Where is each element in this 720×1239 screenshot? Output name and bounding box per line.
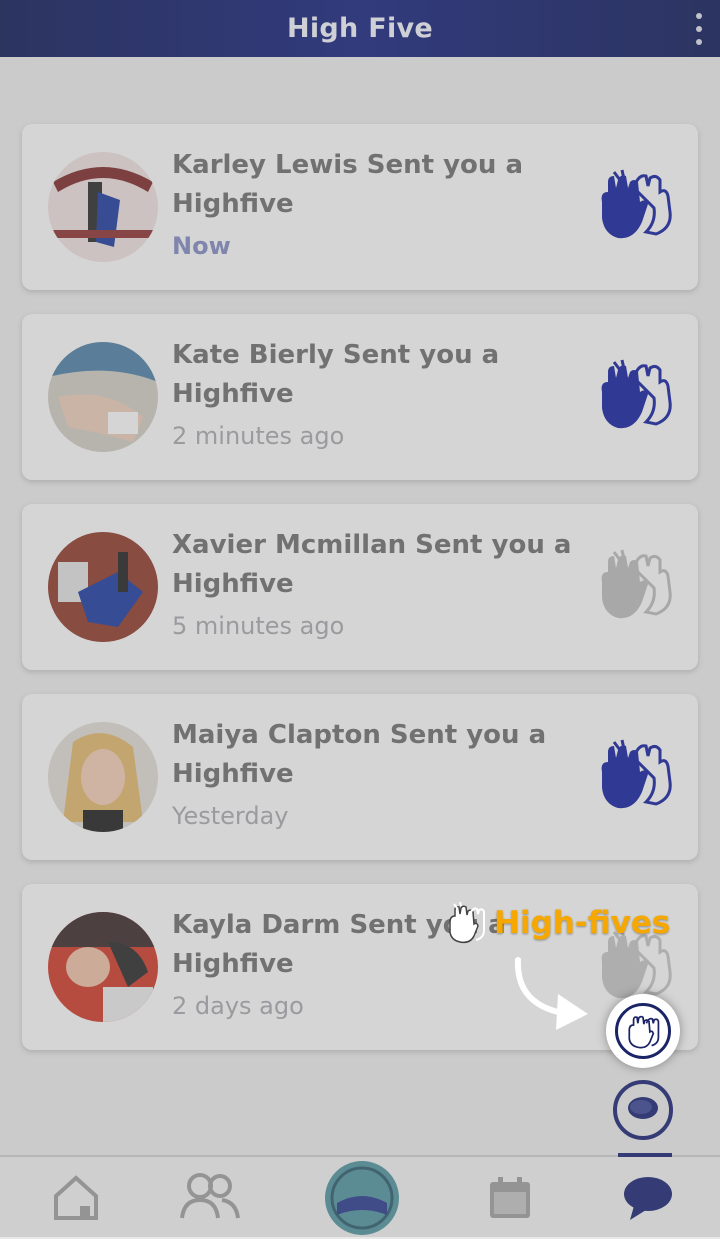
avatar (48, 722, 158, 832)
notification-text: Xavier Mcmillan Sent you a Highfive (172, 530, 572, 599)
coachmark-arrow (514, 957, 588, 1030)
people-icon (180, 1173, 240, 1219)
notification-list: Karley Lewis Sent you a Highfive Now Kat… (0, 57, 720, 1155)
high-five-hands-icon (628, 1015, 660, 1049)
avatar (48, 912, 158, 1022)
home-icon (54, 1175, 98, 1220)
notification-time: Yesterday (172, 802, 289, 830)
nav-people[interactable] (170, 1165, 250, 1231)
notification-card[interactable]: Xavier Mcmillan Sent you a Highfive 5 mi… (22, 504, 698, 670)
notification-time: 5 minutes ago (172, 612, 345, 640)
high-five-icon[interactable] (594, 352, 680, 438)
team-logo-icon (325, 1161, 399, 1235)
chat-icon (624, 1177, 672, 1220)
notification-card[interactable]: Karley Lewis Sent you a Highfive Now (22, 124, 698, 290)
avatar (48, 342, 158, 452)
nav-calendar[interactable] (470, 1165, 550, 1231)
bottom-navigation (0, 1153, 720, 1239)
coachmark: High-fives (446, 902, 670, 944)
chat-bubble-icon (628, 1097, 658, 1119)
notification-text: Kate Bierly Sent you a Highfive (172, 340, 500, 409)
high-five-icon[interactable] (594, 732, 680, 818)
app-header: High Five (0, 0, 720, 57)
high-fives-fab[interactable] (606, 994, 680, 1068)
active-tab-indicator (618, 1153, 672, 1157)
high-five-hands-icon (449, 902, 485, 944)
app-screen: High Five Karley Lewis Sent you a Highfi… (0, 0, 720, 1239)
calendar-icon (490, 1177, 530, 1218)
high-five-icon[interactable] (594, 542, 680, 628)
notification-time: 2 minutes ago (172, 422, 345, 450)
avatar (48, 152, 158, 262)
notification-text: Maiya Clapton Sent you a Highfive (172, 720, 547, 789)
nav-chat[interactable] (608, 1165, 688, 1231)
notification-time: Now (172, 232, 231, 260)
nav-home[interactable] (36, 1165, 116, 1231)
notification-card[interactable]: Maiya Clapton Sent you a Highfive Yester… (22, 694, 698, 860)
notification-text: Karley Lewis Sent you a Highfive (172, 150, 523, 219)
page-title: High Five (286, 13, 434, 44)
chat-fab[interactable] (613, 1080, 673, 1140)
coachmark-label: High-fives (494, 905, 671, 941)
nav-team[interactable] (322, 1161, 402, 1235)
overflow-menu-icon[interactable] (692, 13, 706, 45)
high-five-icon[interactable] (594, 162, 680, 248)
notification-card[interactable]: Kate Bierly Sent you a Highfive 2 minute… (22, 314, 698, 480)
avatar (48, 532, 158, 642)
